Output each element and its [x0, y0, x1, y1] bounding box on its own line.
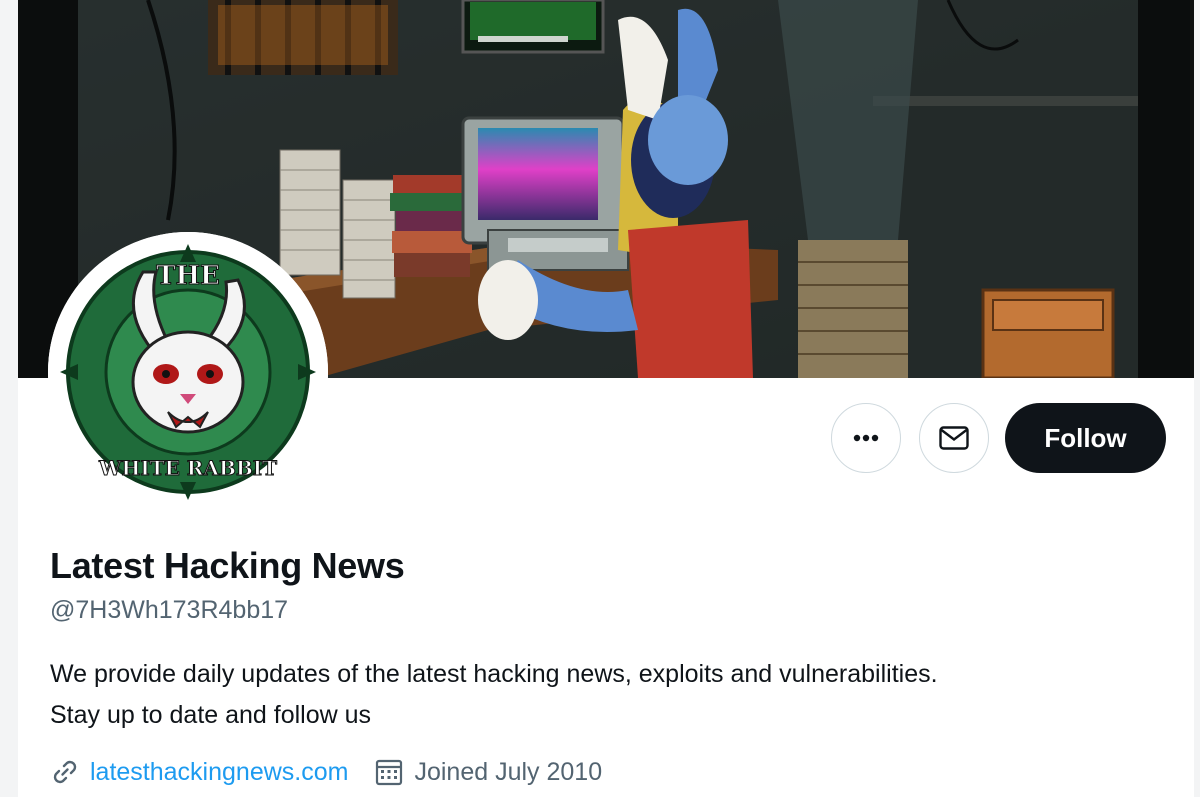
- message-button[interactable]: [919, 403, 989, 473]
- logo-text-top: THE: [156, 261, 220, 291]
- white-rabbit-logo: THE WHITE RABBIT: [48, 232, 328, 512]
- profile-avatar[interactable]: THE WHITE RABBIT: [48, 232, 328, 512]
- profile-meta: latesthackingnews.com Joined July 2010: [50, 757, 602, 787]
- bio-line-1: We provide daily updates of the latest h…: [50, 660, 938, 688]
- follow-button[interactable]: Follow: [1005, 403, 1166, 473]
- profile-website-link[interactable]: latesthackingnews.com: [90, 758, 348, 787]
- page-frame-right: [1194, 0, 1200, 797]
- envelope-icon: [939, 426, 969, 450]
- profile-bio: We provide daily updates of the latest h…: [50, 654, 1160, 736]
- profile-handle: @7H3Wh173R4bb17: [50, 596, 289, 624]
- more-options-button[interactable]: [831, 403, 901, 473]
- page-frame-left: [0, 0, 18, 797]
- more-dots-icon: [853, 434, 879, 442]
- profile-joined-date: Joined July 2010: [414, 757, 603, 786]
- logo-text-bottom: WHITE RABBIT: [98, 456, 277, 480]
- link-icon: [53, 760, 77, 784]
- calendar-icon: [376, 759, 403, 786]
- profile-display-name: Latest Hacking News: [50, 545, 405, 586]
- bio-line-2: Stay up to date and follow us: [50, 701, 372, 729]
